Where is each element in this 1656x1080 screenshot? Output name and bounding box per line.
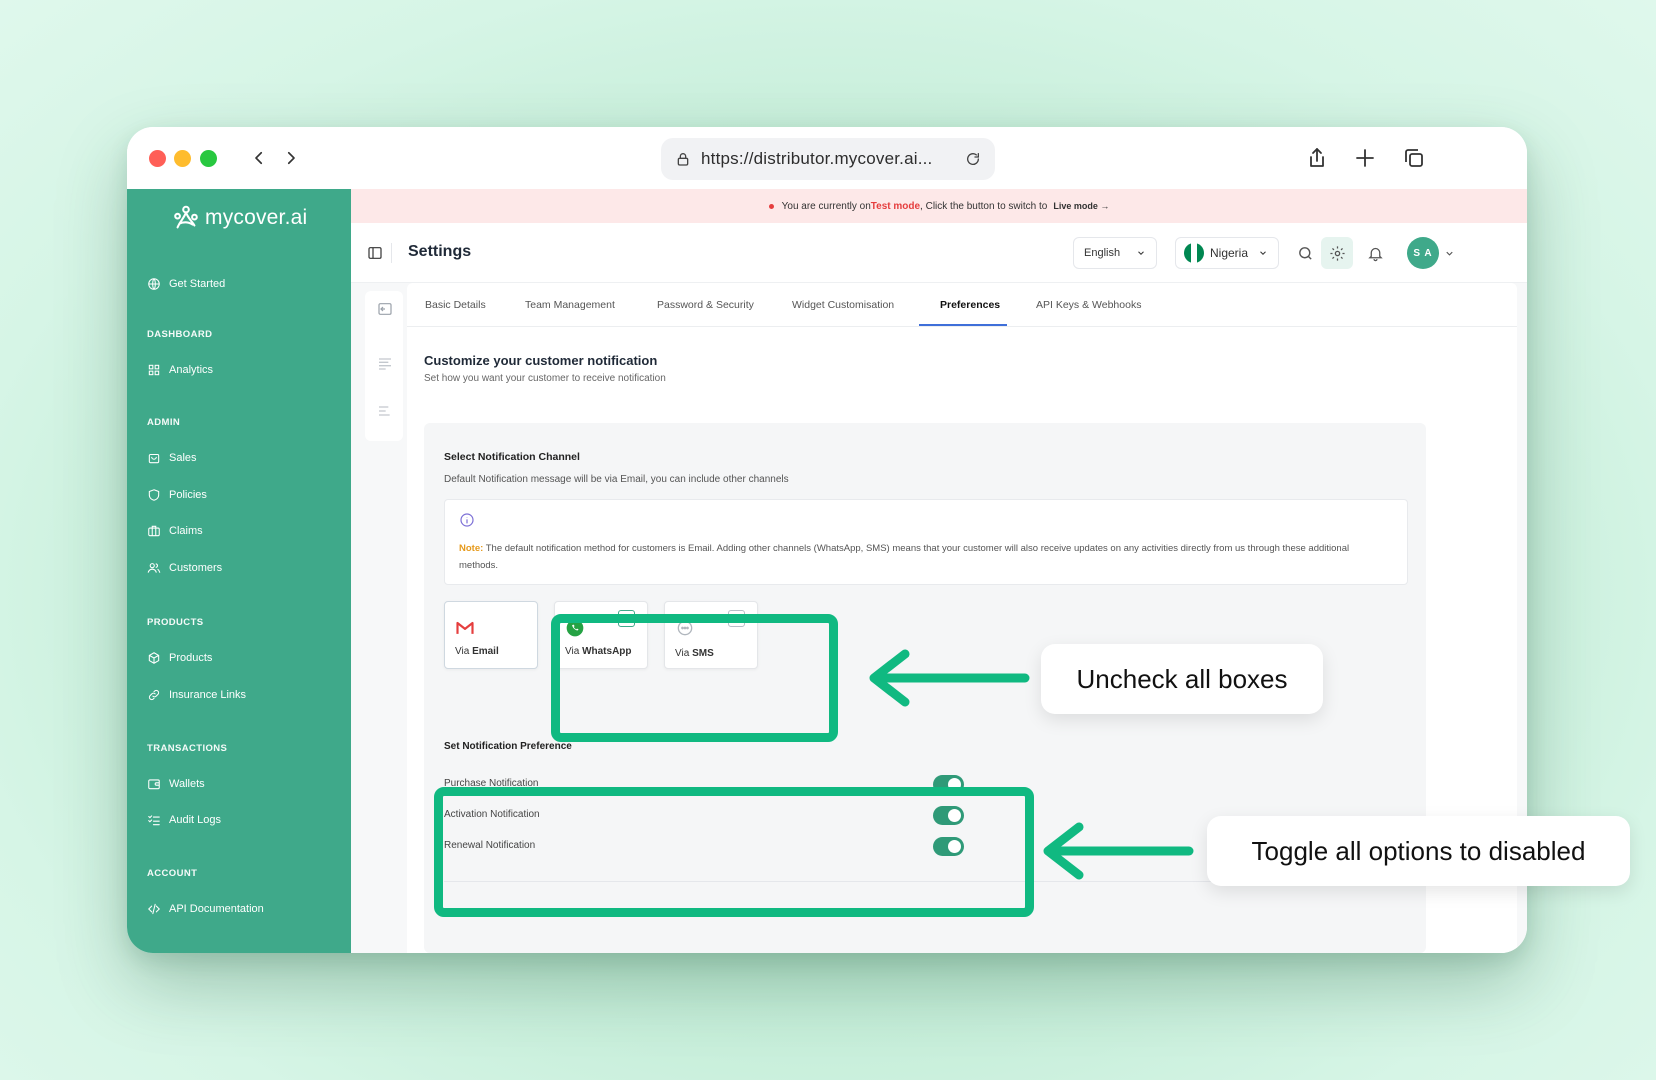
bell-icon [1367, 247, 1383, 261]
sidebar: mycover.ai Get Started DASHBOARD Analyti… [127, 189, 351, 953]
sidebar-item-insurance-links[interactable]: Insurance Links [147, 688, 246, 702]
chevron-right-icon [287, 151, 295, 165]
header-divider [391, 243, 392, 263]
preference-title: Set Notification Preference [444, 741, 572, 752]
link-icon [148, 689, 160, 701]
channel-title: Select Notification Channel [444, 451, 580, 463]
reload-icon[interactable] [965, 151, 981, 167]
sidebar-section-account: ACCOUNT [147, 868, 198, 879]
text-lines-icon[interactable] [377, 355, 393, 371]
share-button[interactable] [1302, 143, 1332, 173]
nigeria-flag-icon [1184, 243, 1204, 263]
section-title: Customize your customer notification [424, 353, 658, 368]
collapse-icon[interactable] [377, 301, 393, 317]
callout-toggle-disabled: Toggle all options to disabled [1207, 816, 1630, 886]
chevron-down-icon [1260, 251, 1266, 255]
chevron-down-icon [1138, 251, 1144, 255]
section-rail [365, 291, 403, 441]
brand-logo[interactable]: mycover.ai [171, 203, 307, 233]
info-note: Note: The default notification method fo… [444, 499, 1408, 585]
sidebar-item-get-started[interactable]: Get Started [147, 277, 225, 291]
sidebar-item-policies[interactable]: Policies [147, 488, 207, 502]
logo-text: mycover.ai [205, 206, 308, 229]
settings-tabs: Basic Details Team Management Password &… [407, 283, 1517, 327]
bag-icon [148, 453, 160, 464]
page-header: Settings English Nigeria S A [351, 223, 1527, 283]
status-dot [768, 203, 774, 209]
back-button[interactable] [247, 145, 271, 171]
url-text: https://distributor.mycover.ai... [701, 149, 933, 168]
channel-option-email[interactable]: Via Email [444, 601, 538, 669]
sidebar-item-analytics[interactable]: Analytics [147, 363, 213, 377]
sidebar-item-claims[interactable]: Claims [147, 524, 203, 538]
tab-team-management[interactable]: Team Management [525, 299, 615, 311]
share-icon [1310, 148, 1324, 167]
test-mode-label: Test mode [870, 200, 921, 212]
sidebar-toggle-icon[interactable] [367, 245, 383, 261]
sidebar-item-sales[interactable]: Sales [147, 451, 197, 465]
sidebar-section-dashboard: DASHBOARD [147, 329, 213, 340]
browser-titlebar: https://distributor.mycover.ai... [127, 127, 1527, 189]
tabs-overview-button[interactable] [1399, 143, 1429, 173]
maximize-window-button[interactable] [200, 150, 217, 167]
sidebar-item-audit-logs[interactable]: Audit Logs [147, 813, 221, 827]
new-tab-button[interactable] [1350, 143, 1380, 173]
highlight-preference-toggles [434, 787, 1034, 917]
sidebar-section-admin: ADMIN [147, 417, 181, 428]
lock-icon [677, 153, 689, 166]
shield-icon [148, 489, 160, 501]
minimize-window-button[interactable] [174, 150, 191, 167]
active-tab-indicator [919, 324, 1007, 326]
close-window-button[interactable] [149, 150, 166, 167]
arrow-left-icon [869, 649, 1030, 707]
section-subtitle: Set how you want your customer to receiv… [424, 373, 666, 384]
note-text: Note: The default notification method fo… [459, 543, 1350, 571]
tab-preferences[interactable]: Preferences [940, 299, 1000, 311]
cube-icon [148, 652, 160, 664]
sidebar-item-api-documentation[interactable]: API Documentation [147, 902, 264, 916]
sidebar-item-products[interactable]: Products [147, 651, 212, 665]
language-select[interactable]: English [1073, 237, 1157, 269]
sidebar-item-customers[interactable]: Customers [147, 561, 222, 575]
align-left-icon[interactable] [377, 403, 393, 419]
tab-password-security[interactable]: Password & Security [657, 299, 754, 311]
copy-tabs-icon [1405, 149, 1423, 167]
sidebar-item-wallets[interactable]: Wallets [147, 777, 205, 791]
channel-subtitle: Default Notification message will be via… [444, 474, 789, 485]
live-mode-link[interactable]: Live mode → [1053, 201, 1109, 211]
highlight-channel-checkboxes [551, 614, 838, 742]
test-mode-banner: You are currently on Test mode , Click t… [351, 189, 1527, 223]
avatar[interactable]: S A [1407, 237, 1439, 269]
sidebar-section-products: PRODUCTS [147, 617, 204, 628]
forward-button[interactable] [279, 145, 303, 171]
code-icon [148, 903, 160, 915]
search-icon [1298, 246, 1312, 260]
gmail-icon [456, 621, 474, 634]
tab-widget-customisation[interactable]: Widget Customisation [792, 299, 894, 311]
globe-icon [148, 278, 160, 290]
tab-basic-details[interactable]: Basic Details [425, 299, 486, 311]
page-title: Settings [408, 243, 472, 260]
settings-button[interactable] [1321, 237, 1353, 269]
country-select[interactable]: Nigeria [1175, 237, 1279, 269]
grid-icon [148, 364, 160, 376]
wallet-icon [148, 779, 160, 790]
sidebar-section-transactions: TRANSACTIONS [147, 743, 228, 754]
gear-icon [1329, 245, 1345, 261]
callout-uncheck-boxes: Uncheck all boxes [1041, 644, 1323, 714]
users-icon [147, 563, 161, 573]
mycover-logo-icon [174, 205, 198, 229]
info-icon [460, 513, 474, 527]
arrow-left-icon [1043, 822, 1194, 880]
notifications-button[interactable] [1363, 241, 1387, 265]
search-button[interactable] [1293, 241, 1317, 265]
chevron-down-icon[interactable] [1444, 248, 1455, 259]
chevron-left-icon [255, 151, 263, 165]
plus-icon [1356, 149, 1374, 167]
tab-api-keys-webhooks[interactable]: API Keys & Webhooks [1036, 299, 1141, 311]
address-bar[interactable]: https://distributor.mycover.ai... [661, 138, 995, 180]
checklist-icon [148, 815, 160, 826]
briefcase-icon [148, 525, 160, 537]
